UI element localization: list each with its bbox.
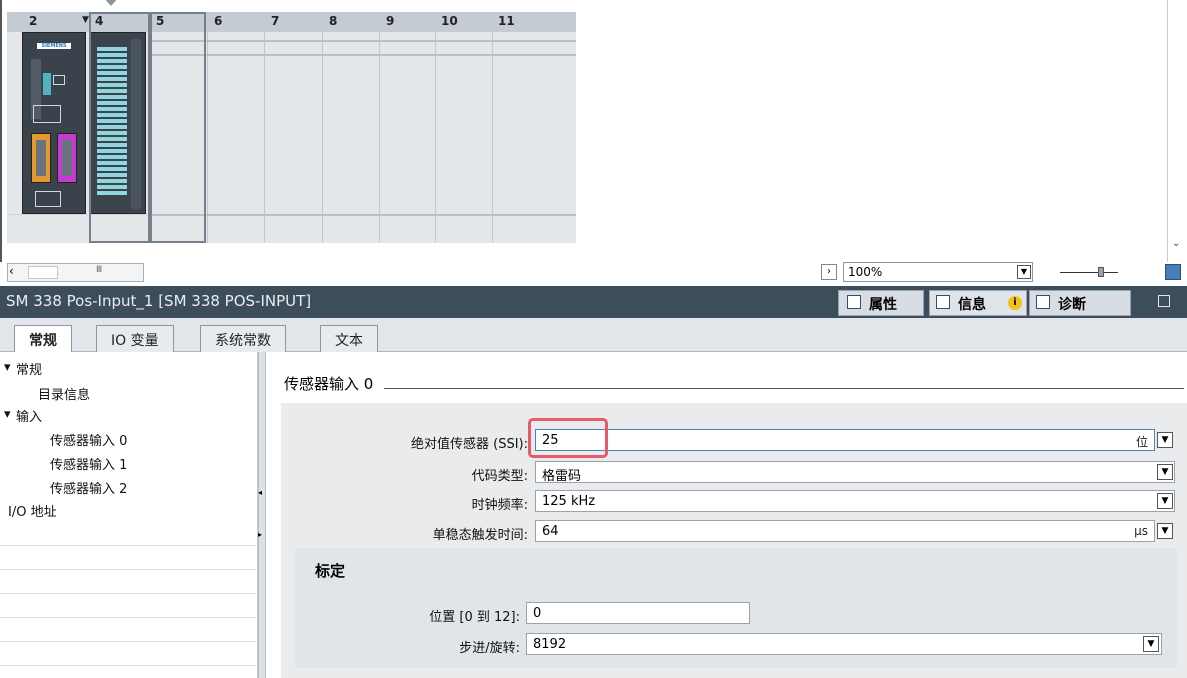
tab-properties[interactable]: 属性 <box>838 290 924 316</box>
steps-value: 8192 <box>533 637 567 652</box>
unit-bits: 位 <box>1135 435 1148 449</box>
scroll-right-icon[interactable]: › <box>821 264 837 280</box>
tab-general[interactable]: 常规 <box>14 325 72 353</box>
tab-diagnostics-label: 诊断 <box>1058 297 1086 313</box>
properties-icon <box>847 295 861 309</box>
tab-io-tags[interactable]: IO 变量 <box>96 325 174 352</box>
tab-properties-label: 属性 <box>869 297 897 313</box>
nav-input[interactable]: 输入 <box>16 406 42 425</box>
monoflop-time-input[interactable]: 64 μs <box>535 520 1155 542</box>
monoflop-time-value: 64 <box>542 524 559 539</box>
clock-frequency-select[interactable]: 125 kHz <box>535 490 1175 512</box>
chevron-down-icon[interactable]: ▼ <box>1157 464 1173 480</box>
power-supply-module[interactable]: SIEMENS <box>22 32 86 214</box>
nav-sensor-1[interactable]: 传感器输入 1 <box>50 454 127 473</box>
clock-frequency-value: 125 kHz <box>542 494 596 509</box>
chevron-down-icon[interactable]: ▼ <box>1017 265 1031 279</box>
connector-icon <box>31 133 51 183</box>
chevron-down-icon[interactable]: ▼ <box>1157 432 1173 448</box>
slot-number: 2 <box>29 14 38 28</box>
code-type-value: 格雷码 <box>542 469 582 484</box>
zoom-slider[interactable] <box>1060 264 1118 280</box>
float-panel-icon[interactable] <box>1158 295 1170 307</box>
brand-label: SIEMENS <box>37 43 71 49</box>
label-monoflop-time: 单稳态触发时间: <box>432 528 528 543</box>
nav-io-address[interactable]: I/O 地址 <box>8 501 57 520</box>
slot-number: 9 <box>386 14 395 28</box>
label-clock-frequency: 时钟频率: <box>471 498 528 513</box>
tree-collapse-icon[interactable]: ▾ <box>4 360 11 375</box>
unit-microseconds: μs <box>1134 524 1148 538</box>
label-code-type: 代码类型: <box>471 469 528 484</box>
zoom-value: 100% <box>848 265 883 279</box>
position-input[interactable]: 0 <box>526 602 750 624</box>
chevron-down-icon[interactable]: ▼ <box>1157 493 1173 509</box>
position-value: 0 <box>533 606 542 621</box>
label-position: 位置 [0 到 12]: <box>429 610 520 625</box>
slot-5-frame[interactable] <box>150 12 206 243</box>
tab-diagnostics[interactable]: 诊断 <box>1029 290 1131 316</box>
slot-number: 6 <box>214 14 223 28</box>
slot-4-frame[interactable] <box>89 12 150 243</box>
dropdown-arrow-icon: ▼ <box>82 15 89 25</box>
property-navigation: ▾ 常规 目录信息 ▾ 输入 传感器输入 0 传感器输入 1 传感器输入 2 I… <box>0 352 258 678</box>
panel-splitter[interactable]: ◂ ▸ <box>258 352 266 678</box>
scroll-left-icon[interactable]: ‹ <box>9 264 14 278</box>
chevron-down-icon[interactable]: ▼ <box>1157 523 1173 539</box>
nav-sensor-0[interactable]: 传感器输入 0 <box>50 430 127 449</box>
steps-per-revolution-select[interactable]: 8192 <box>526 633 1162 655</box>
expand-right-icon[interactable]: ▸ <box>258 530 262 539</box>
zoom-select[interactable]: 100% ▼ <box>843 262 1033 282</box>
connector-icon <box>57 133 77 183</box>
slot-number: 10 <box>441 14 458 28</box>
tab-info[interactable]: 信息 i <box>929 290 1027 316</box>
slot-number: 7 <box>271 14 280 28</box>
slot-number: 11 <box>498 14 515 28</box>
nav-sensor-2[interactable]: 传感器输入 2 <box>50 478 127 497</box>
vertical-scrollbar[interactable]: ⌄ <box>1167 0 1187 262</box>
diagnostics-icon <box>1036 295 1050 309</box>
code-type-select[interactable]: 格雷码 <box>535 461 1175 484</box>
nav-catalog[interactable]: 目录信息 <box>38 384 90 403</box>
label-absolute-sensor: 绝对值传感器 (SSI): <box>411 437 528 452</box>
inspector-header: SM 338 Pos-Input_1 [SM 338 POS-INPUT] 属性… <box>0 286 1187 318</box>
highlight-annotation <box>528 418 608 458</box>
tab-info-label: 信息 <box>958 297 986 313</box>
navigation-icon[interactable] <box>1165 264 1181 280</box>
section-divider <box>384 388 1184 389</box>
tree-collapse-icon[interactable]: ▾ <box>4 407 11 422</box>
subtab-bar: 常规 IO 变量 系统常数 文本 <box>0 318 1187 353</box>
module-title: SM 338 Pos-Input_1 [SM 338 POS-INPUT] <box>6 292 312 310</box>
info-icon: i <box>1008 296 1022 310</box>
scroll-down-icon[interactable]: ⌄ <box>1172 238 1180 249</box>
horizontal-scrollbar[interactable]: ‹ Ⅲ <box>7 263 144 282</box>
slot-number: 8 <box>329 14 338 28</box>
chevron-down-icon[interactable]: ▼ <box>1143 636 1159 652</box>
info-list-icon <box>936 295 950 309</box>
section-title: 传感器输入 0 <box>284 375 374 393</box>
scroll-thumb-icon[interactable]: Ⅲ <box>96 265 102 275</box>
tab-texts[interactable]: 文本 <box>320 325 378 352</box>
scaling-title: 标定 <box>315 562 346 580</box>
nav-general[interactable]: 常规 <box>16 359 42 378</box>
collapse-left-icon[interactable]: ◂ <box>258 488 262 497</box>
absolute-sensor-input[interactable]: 25 位 <box>535 429 1155 451</box>
label-steps-per-revolution: 步进/旋转: <box>459 641 520 656</box>
slot-pointer <box>102 0 120 6</box>
tab-system-constants[interactable]: 系统常数 <box>200 325 286 352</box>
